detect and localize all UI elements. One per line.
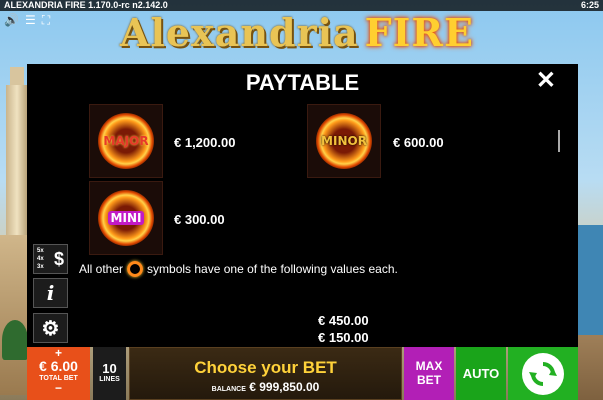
logo-text-alexandria: Alexandria [120,10,359,55]
major-value: € 1,200.00 [174,135,236,150]
spin-button[interactable] [508,347,578,400]
message-text: Choose your BET [194,358,337,377]
dollar-icon: $ [53,248,64,269]
menu-icon[interactable]: ☰ [25,13,36,28]
balance-value: € 999,850.00 [249,380,320,394]
info-icon: i [46,281,55,305]
paytable-panel: PAYTABLE ✕ MAJOR € 1,200.00 MINOR € 600.… [27,64,578,347]
auto-play-button[interactable]: AUTO [456,347,506,400]
fire-ring-icon: MAJOR [98,113,154,169]
fire-ring-small-icon [127,261,144,277]
max-bet-button[interactable]: MAX BET [404,347,454,400]
minor-label: MINOR [321,134,367,148]
major-symbol: MAJOR [89,104,163,178]
scrollbar[interactable] [558,130,560,152]
paylines-button[interactable]: 5x 4x 3x $ [33,244,68,274]
paytable-title: PAYTABLE [245,70,360,95]
settings-button[interactable]: ⚙ [33,313,68,343]
max-bet-line2: BET [417,373,441,387]
palm-tree [2,320,28,360]
lighthouse [6,67,28,235]
mini-symbol: MINI [89,181,163,255]
total-bet-control[interactable]: + € 6.00 TOTAL BET − [27,347,90,400]
balance-caption: BALANCE [211,386,246,393]
mini-value: € 300.00 [174,212,225,227]
symbol-values-note: All other symbols have one of the follow… [79,261,398,277]
fire-ring-icon: MINI [98,190,154,246]
info-button[interactable]: i [33,278,68,308]
game-logo: Alexandria FIRE [120,10,474,55]
fullscreen-icon[interactable]: ⛶ [42,13,50,28]
minor-symbol: MINOR [307,104,381,178]
note-suffix: symbols have one of the following values… [147,262,398,276]
clock: 6:25 [580,0,599,10]
major-label: MAJOR [103,134,149,148]
total-bet-amount: € 6.00 [39,358,78,374]
lines-caption: LINES [99,376,120,383]
paylines-mini-icon: 5x 4x 3x [37,248,44,270]
close-button[interactable]: ✕ [536,69,556,93]
lines-value: 10 [102,361,117,376]
minor-value: € 600.00 [393,135,444,150]
symbol-value-1: € 450.00 [318,313,369,328]
lines-indicator[interactable]: 10 LINES [93,347,126,400]
balance-display: BALANCE € 999,850.00 [130,380,401,394]
message-panel: Choose your BET BALANCE € 999,850.00 [129,347,402,400]
hud-icons: 🔊 ☰ ⛶ [4,13,50,28]
logo-text-fire: FIRE [364,10,474,55]
spin-icon [522,352,564,395]
max-bet-line1: MAX [415,359,443,373]
app-title: ALEXANDRIA FIRE 1.170.0-rc n2.142.0 [4,0,168,10]
gear-icon: ⚙ [41,317,60,340]
note-prefix: All other [79,262,124,276]
decrease-bet-button[interactable]: − [27,382,90,394]
fire-ring-icon: MINOR [316,113,372,169]
city-left [0,235,30,395]
sound-icon[interactable]: 🔊 [4,13,19,28]
symbol-value-2: € 150.00 [318,330,369,345]
mini-label: MINI [107,211,145,225]
auto-label: AUTO [462,366,500,381]
